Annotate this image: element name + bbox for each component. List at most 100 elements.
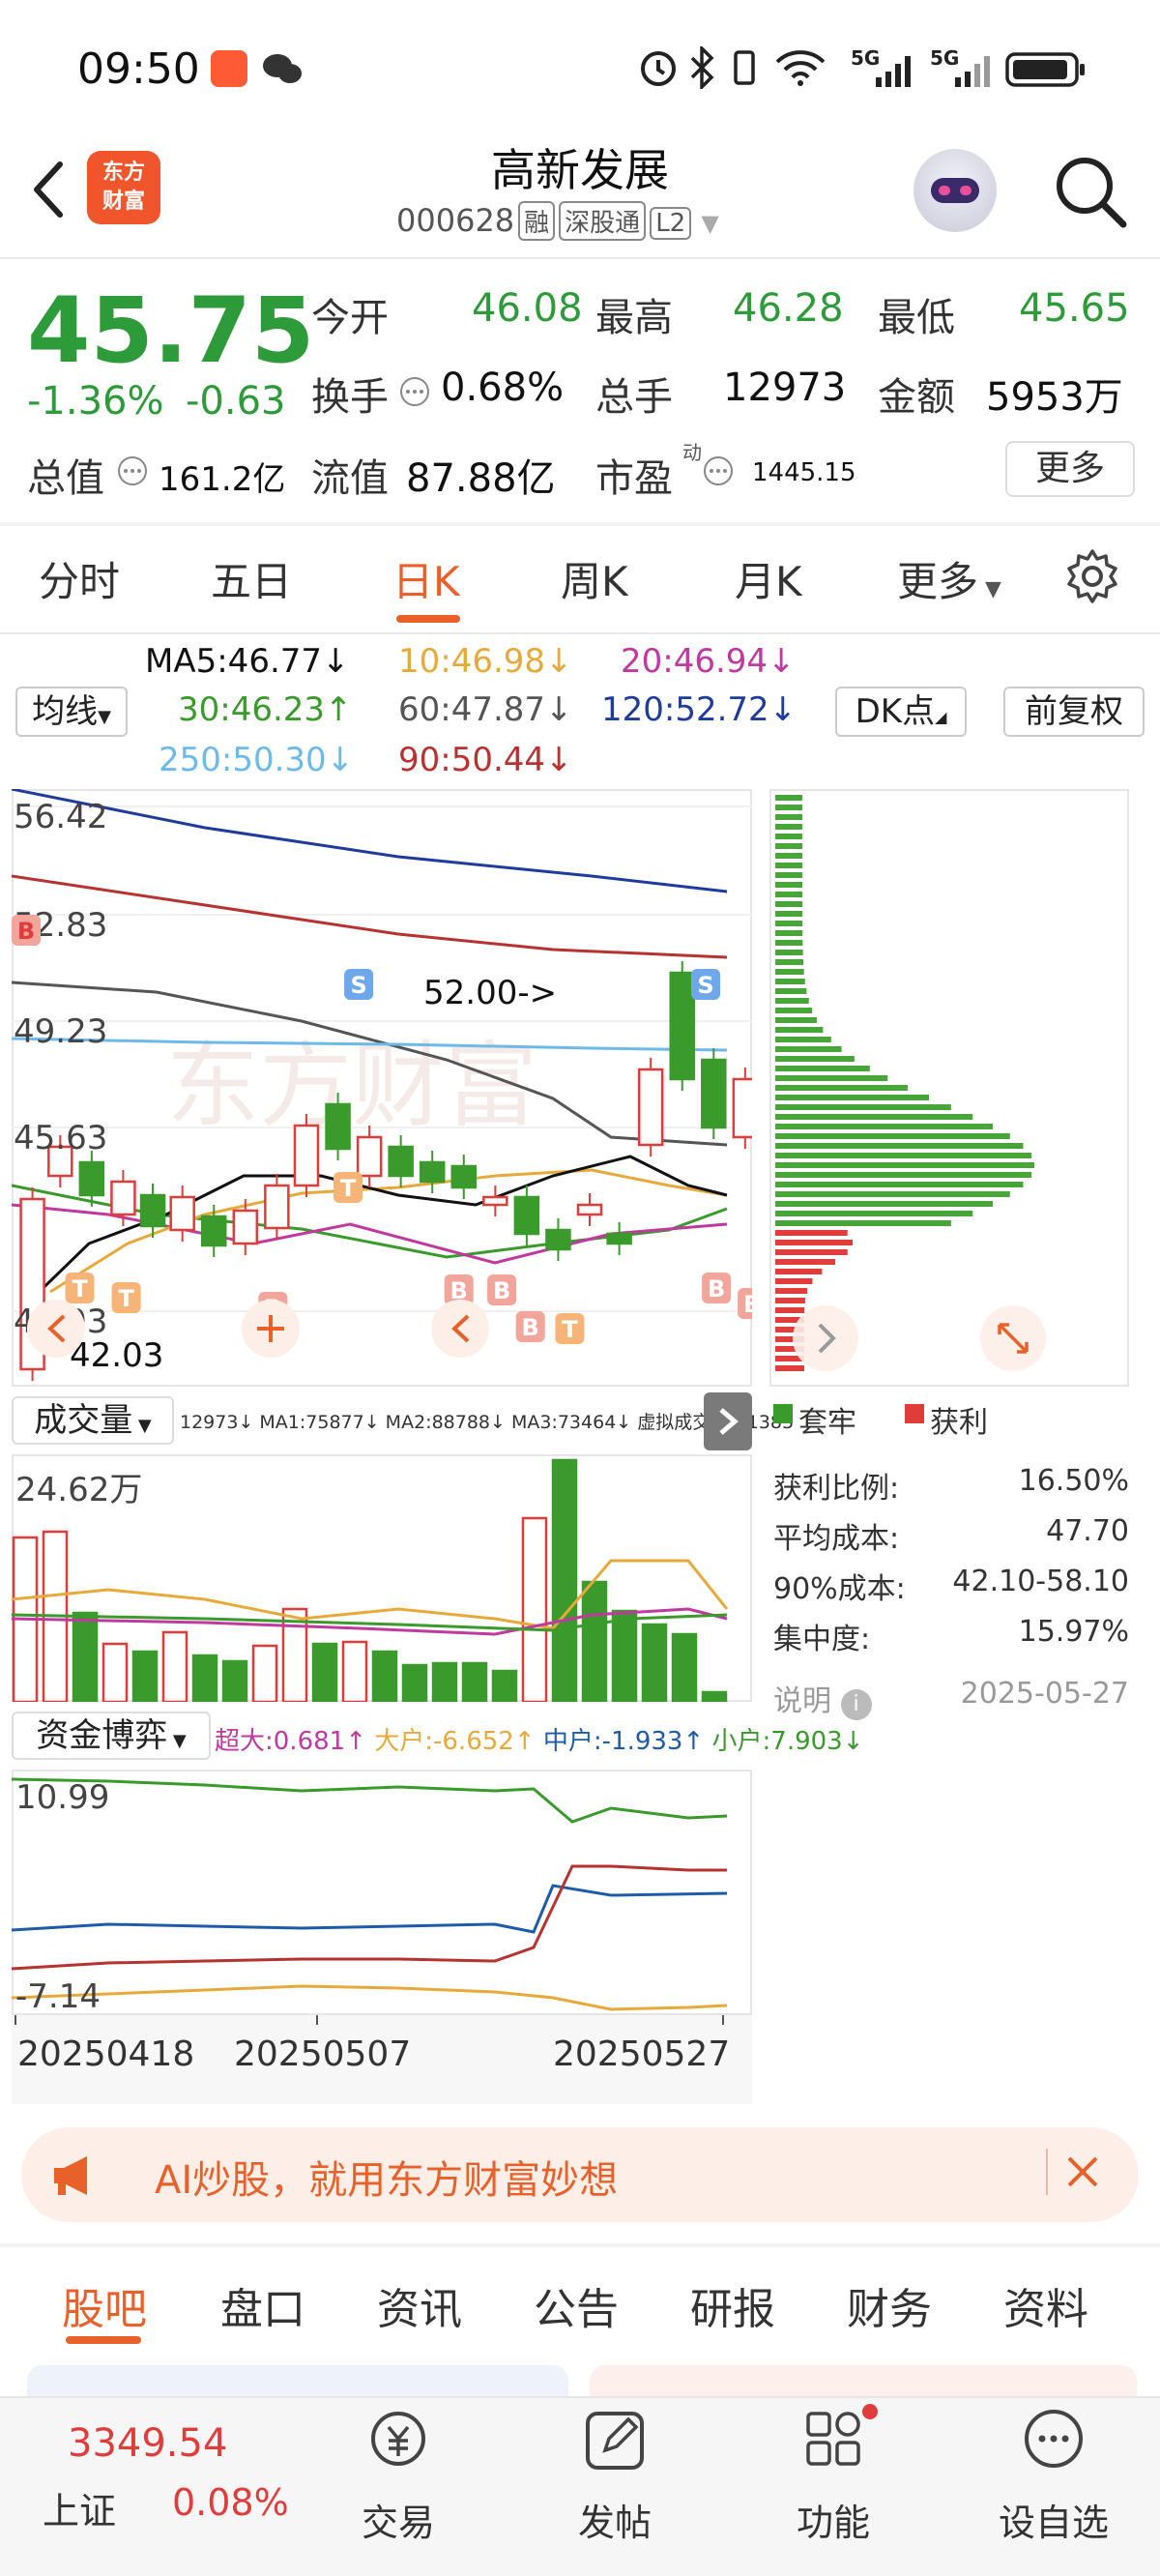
candle-body: [356, 1135, 383, 1178]
edit-post-icon: [586, 2412, 644, 2470]
tab-more[interactable]: 更多 ▼: [897, 549, 1001, 608]
capital-chaoda: 超大:0.681↑: [215, 1727, 366, 1756]
tab-profile[interactable]: 资料: [1003, 2274, 1088, 2336]
chip-bar: [775, 1191, 1010, 1197]
tab-guba[interactable]: 股吧: [62, 2274, 147, 2336]
volume-bar: [191, 1654, 218, 1702]
back-arrow-icon[interactable]: [21, 153, 79, 226]
tab-daily-k[interactable]: 日K: [392, 549, 460, 608]
volume-bar: [611, 1609, 638, 1702]
chip-bar: [775, 1365, 804, 1371]
settings-gear-icon[interactable]: [1063, 547, 1121, 605]
panel-expand-button[interactable]: [704, 1392, 752, 1450]
chip-note-label: 说明: [773, 1684, 831, 1718]
tab-weekly-k[interactable]: 周K: [561, 549, 628, 608]
nav-post-label: 发帖: [577, 2502, 652, 2544]
nav-add-watchlist[interactable]: 设自选: [996, 2404, 1112, 2559]
tab-research[interactable]: 研报: [690, 2274, 775, 2336]
indicator-selector-capital[interactable]: 资金博弈 ▼: [12, 1712, 211, 1760]
volume-bar: [551, 1458, 578, 1702]
ma60-value: 60:47.87↓: [398, 690, 573, 729]
signal-marker-text: S: [350, 972, 366, 999]
chip-bar: [775, 1240, 853, 1245]
logo-text-1: 东方: [102, 161, 145, 185]
tab-five-day[interactable]: 五日: [211, 549, 292, 608]
info-dots-icon[interactable]: [398, 375, 431, 408]
open-label: 今开: [311, 296, 389, 340]
tab-monthly-k[interactable]: 月K: [735, 549, 802, 608]
prev-button[interactable]: [431, 1300, 489, 1358]
volume-bar: [581, 1580, 608, 1702]
amount-label: 金额: [878, 375, 955, 420]
adjust-mode-button[interactable]: 前复权: [1003, 687, 1145, 737]
chip-bar: [775, 940, 803, 946]
nav-post[interactable]: 发帖: [566, 2404, 663, 2559]
more-button[interactable]: 更多: [1005, 441, 1135, 497]
chip-note-link[interactable]: 说明 i: [773, 1677, 872, 1720]
ai-robot-avatar[interactable]: [914, 149, 997, 232]
ma-selector[interactable]: 均线▼: [15, 687, 128, 737]
tab-news[interactable]: 资讯: [377, 2274, 462, 2336]
chip-bar: [775, 1124, 993, 1129]
tab-pankou[interactable]: 盘口: [220, 2274, 305, 2336]
index-change[interactable]: 0.08%: [172, 2481, 289, 2524]
chip-bar: [775, 1278, 813, 1284]
alarm-icon: [641, 51, 676, 86]
chip-bar: [775, 1046, 842, 1052]
index-value[interactable]: 3349.54: [68, 2421, 227, 2466]
min-annotation: 42.03: [70, 1336, 163, 1375]
stock-name: 高新发展: [491, 144, 669, 196]
volume-bar: [311, 1642, 338, 1702]
candle-body: [325, 1102, 351, 1151]
candle-body: [419, 1160, 446, 1184]
info-dots-icon[interactable]: [702, 454, 735, 487]
volume-bar: [521, 1516, 548, 1702]
scroll-left-button[interactable]: [27, 1300, 85, 1358]
volume-bar: [371, 1650, 398, 1702]
megaphone-icon: [54, 2156, 87, 2195]
avg-cost-value: 47.70: [1046, 1514, 1129, 1548]
volume-bar: [401, 1663, 428, 1702]
capital-dahu-line: [12, 1864, 727, 1971]
stock-code: 000628: [396, 202, 515, 239]
chip-bar: [775, 824, 803, 830]
nav-functions[interactable]: 功能: [785, 2404, 882, 2559]
date-label-start: 20250418: [17, 2034, 195, 2074]
tab-announcements[interactable]: 公告: [534, 2274, 619, 2336]
chip-next-button[interactable]: [793, 1305, 858, 1371]
capital-zhonghu-line: [12, 1884, 728, 1934]
index-name[interactable]: 上证: [43, 2481, 116, 2534]
stock-code-row[interactable]: 000628 融深股通 L2 ▼: [396, 201, 719, 241]
chip-bars: [775, 795, 1034, 1371]
status-time: 09:50: [77, 44, 200, 94]
dk-point-button[interactable]: DK点◢: [835, 687, 967, 737]
concentration-label: 集中度:: [773, 1623, 871, 1656]
vibrate-icon: [734, 50, 755, 85]
date-axis-ticks: [14, 2015, 724, 2025]
chip-bar: [775, 1133, 1010, 1139]
volume-bar: [72, 1611, 99, 1702]
info-dots-icon[interactable]: [116, 454, 149, 487]
chip-bar: [775, 834, 803, 839]
signal-marker-text: T: [562, 1316, 578, 1343]
chip-bar: [775, 1017, 817, 1023]
close-icon[interactable]: [1063, 2152, 1102, 2191]
nav-trade[interactable]: 交易: [350, 2404, 447, 2559]
tab-finance[interactable]: 财务: [847, 2274, 932, 2336]
mktcap-label: 总值: [27, 456, 104, 501]
tab-more-label: 更多: [897, 558, 979, 605]
chip-bar: [775, 1104, 951, 1110]
volume-bar: [131, 1650, 159, 1702]
header-divider: [0, 257, 1160, 259]
dropdown-triangle-icon: ▼: [167, 1731, 187, 1751]
tab-intraday[interactable]: 分时: [39, 549, 120, 608]
chip-bar: [775, 911, 803, 917]
indicator-selector-volume[interactable]: 成交量 ▼: [12, 1396, 174, 1445]
chip-bar: [775, 1037, 831, 1042]
search-icon[interactable]: [1050, 151, 1131, 232]
pe-sup: 动: [682, 441, 702, 464]
capital-max-label: 10.99: [15, 1778, 109, 1817]
price-label: 56.42: [14, 798, 107, 836]
volume-bar: [461, 1661, 488, 1702]
kline-chart[interactable]: 东方财富 56.4252.8349.2345.6342.03 52.00-> 4…: [12, 789, 752, 1387]
